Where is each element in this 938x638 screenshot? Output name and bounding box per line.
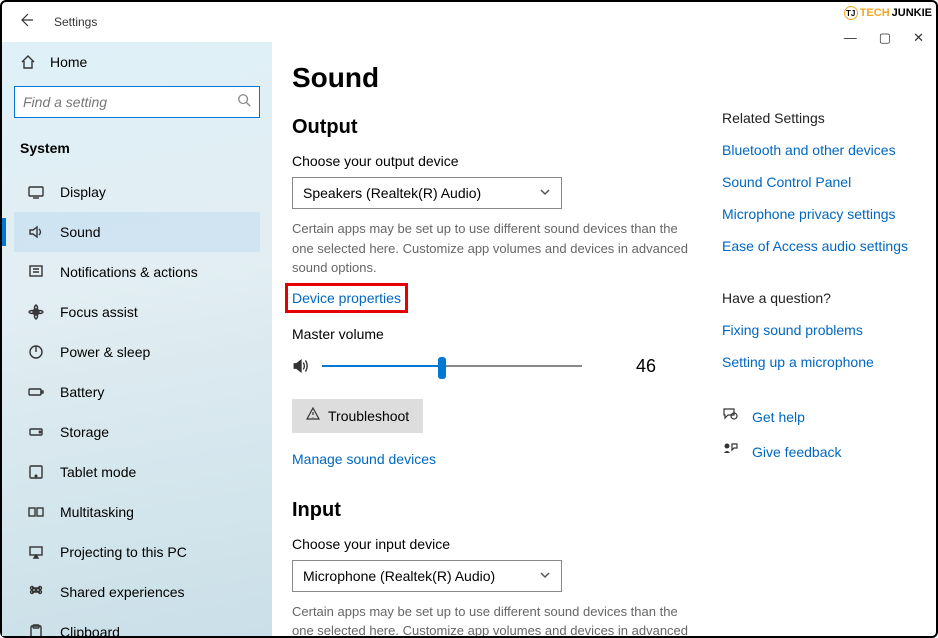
input-help-text: Certain apps may be set up to use differ… (292, 602, 692, 637)
nav-item-display[interactable]: Display (14, 172, 260, 212)
volume-icon[interactable] (292, 357, 310, 375)
input-choose-label: Choose your input device (292, 536, 692, 552)
volume-value: 46 (636, 356, 656, 377)
nav-item-shared[interactable]: Shared experiences (14, 572, 260, 612)
display-icon (28, 184, 44, 200)
multitasking-icon (28, 504, 44, 520)
question-block: Have a question? Fixing sound problems S… (722, 290, 936, 370)
related-settings-block: Related Settings Bluetooth and other dev… (722, 110, 936, 254)
nav-label: Multitasking (60, 504, 134, 520)
home-label: Home (50, 54, 87, 70)
nav-item-sound[interactable]: Sound (14, 212, 260, 252)
feedback-label: Give feedback (752, 444, 842, 460)
output-heading: Output (292, 116, 692, 139)
power-icon (28, 344, 44, 360)
volume-slider[interactable] (322, 365, 582, 367)
nav-item-notifications[interactable]: Notifications & actions (14, 252, 260, 292)
chat-icon (722, 406, 738, 427)
related-link-ease-access[interactable]: Ease of Access audio settings (722, 238, 936, 254)
nav-item-power[interactable]: Power & sleep (14, 332, 260, 372)
chevron-down-icon (539, 185, 551, 201)
get-help-link[interactable]: Get help (722, 406, 936, 427)
titlebar: Settings — ▢ ✕ (2, 2, 936, 42)
question-link-fixing[interactable]: Fixing sound problems (722, 322, 936, 338)
storage-icon (28, 424, 44, 440)
question-heading: Have a question? (722, 290, 936, 306)
nav-item-storage[interactable]: Storage (14, 412, 260, 452)
troubleshoot-label: Troubleshoot (328, 408, 409, 424)
nav-label: Projecting to this PC (60, 544, 187, 560)
input-device-dropdown[interactable]: Microphone (Realtek(R) Audio) (292, 560, 562, 592)
question-link-setup-mic[interactable]: Setting up a microphone (722, 354, 936, 370)
nav-item-battery[interactable]: Battery (14, 372, 260, 412)
nav-label: Battery (60, 384, 104, 400)
page-title: Sound (292, 62, 692, 94)
related-link-sound-control[interactable]: Sound Control Panel (722, 174, 936, 190)
master-volume-section: Master volume 46 (292, 326, 692, 377)
search-input[interactable] (23, 94, 237, 110)
app-title: Settings (54, 15, 97, 29)
chevron-down-icon (539, 568, 551, 584)
sound-icon (28, 224, 44, 240)
feedback-icon (722, 441, 738, 462)
output-device-properties-link[interactable]: Device properties (292, 290, 401, 306)
nav-label: Storage (60, 424, 109, 440)
nav-label: Clipboard (60, 624, 120, 636)
nav-label: Tablet mode (60, 464, 136, 480)
main-column: Sound Output Choose your output device S… (292, 62, 712, 636)
output-choose-label: Choose your output device (292, 153, 692, 169)
minimize-button[interactable]: — (844, 30, 857, 46)
focus-assist-icon (28, 304, 44, 320)
get-help-label: Get help (752, 409, 805, 425)
tablet-icon (28, 464, 44, 480)
master-volume-label: Master volume (292, 326, 692, 342)
search-box[interactable] (14, 86, 260, 118)
watermark-text1: TECH (860, 7, 890, 19)
watermark-text2: JUNKIE (892, 7, 932, 19)
related-heading: Related Settings (722, 110, 936, 126)
notifications-icon (28, 264, 44, 280)
input-heading: Input (292, 499, 692, 522)
output-device-dropdown[interactable]: Speakers (Realtek(R) Audio) (292, 177, 562, 209)
nav-label: Focus assist (60, 304, 138, 320)
back-button[interactable] (18, 12, 34, 33)
shared-icon (28, 584, 44, 600)
search-icon (237, 93, 251, 112)
nav-item-focus-assist[interactable]: Focus assist (14, 292, 260, 332)
sidebar: Home System Display Sound Notifications … (2, 42, 272, 636)
output-device-selected: Speakers (Realtek(R) Audio) (303, 185, 481, 201)
warning-icon (306, 407, 320, 424)
related-link-bluetooth[interactable]: Bluetooth and other devices (722, 142, 936, 158)
support-block: Get help Give feedback (722, 406, 936, 462)
watermark-icon: TJ (844, 6, 858, 20)
related-link-mic-privacy[interactable]: Microphone privacy settings (722, 206, 936, 222)
output-help-text: Certain apps may be set up to use differ… (292, 219, 692, 278)
nav-item-multitasking[interactable]: Multitasking (14, 492, 260, 532)
input-device-selected: Microphone (Realtek(R) Audio) (303, 568, 495, 584)
nav-label: Power & sleep (60, 344, 150, 360)
nav-label: Display (60, 184, 106, 200)
side-column: Related Settings Bluetooth and other dev… (712, 62, 936, 636)
nav-label: Sound (60, 224, 100, 240)
home-nav[interactable]: Home (14, 46, 260, 78)
manage-sound-devices-link[interactable]: Manage sound devices (292, 451, 436, 467)
category-header: System (14, 130, 260, 172)
nav-item-tablet[interactable]: Tablet mode (14, 452, 260, 492)
feedback-link[interactable]: Give feedback (722, 441, 936, 462)
clipboard-icon (28, 624, 44, 636)
home-icon (20, 54, 36, 70)
nav-item-projecting[interactable]: Projecting to this PC (14, 532, 260, 572)
battery-icon (28, 384, 44, 400)
nav-list: Display Sound Notifications & actions Fo… (14, 172, 260, 636)
content: Sound Output Choose your output device S… (272, 42, 936, 636)
nav-item-clipboard[interactable]: Clipboard (14, 612, 260, 636)
projecting-icon (28, 544, 44, 560)
nav-label: Notifications & actions (60, 264, 198, 280)
watermark: TJ TECHJUNKIE (844, 6, 932, 20)
maximize-button[interactable]: ▢ (879, 30, 891, 46)
nav-label: Shared experiences (60, 584, 185, 600)
troubleshoot-button[interactable]: Troubleshoot (292, 399, 423, 433)
close-button[interactable]: ✕ (913, 30, 924, 46)
window-controls: — ▢ ✕ (844, 30, 924, 46)
